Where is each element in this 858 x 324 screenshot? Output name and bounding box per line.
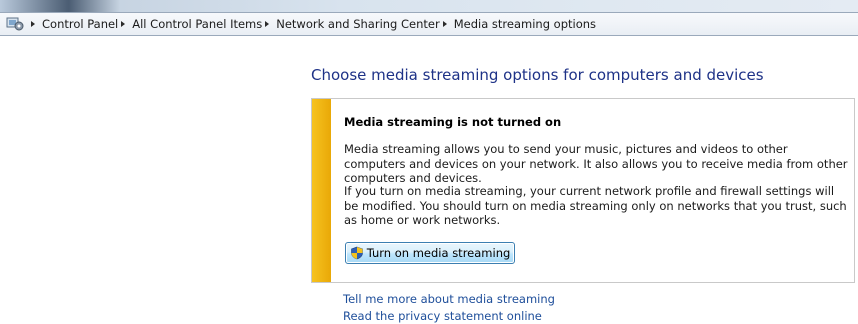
address-bar[interactable]: Control Panel All Control Panel Items Ne… [0,12,858,36]
tell-me-more-link[interactable]: Tell me more about media streaming [343,292,555,306]
breadcrumb-all-items[interactable]: All Control Panel Items [132,17,262,31]
turn-on-media-streaming-button[interactable]: Turn on media streaming [345,242,515,264]
breadcrumb-separator-icon[interactable] [31,21,35,27]
breadcrumb-separator-icon[interactable] [442,21,447,27]
uac-shield-icon [350,246,364,260]
notice-warning-text: If you turn on media streaming, your cur… [344,184,847,227]
turn-on-button-label: Turn on media streaming [366,246,511,260]
breadcrumb-network-sharing[interactable]: Network and Sharing Center [276,17,439,31]
privacy-statement-link[interactable]: Read the privacy statement online [343,309,542,323]
control-panel-icon [6,15,24,33]
breadcrumb-separator-icon[interactable] [265,21,270,27]
media-streaming-notice: Media streaming is not turned on Media s… [311,98,855,283]
notice-description: Media streaming allows you to send your … [344,142,848,185]
breadcrumb-media-streaming[interactable]: Media streaming options [454,17,596,31]
window-title-strip [0,0,858,12]
breadcrumb-control-panel[interactable]: Control Panel [42,17,118,31]
breadcrumb-separator-icon[interactable] [121,21,126,27]
page-title: Choose media streaming options for compu… [311,66,764,84]
warning-stripe [312,99,331,282]
notice-heading: Media streaming is not turned on [344,115,562,129]
